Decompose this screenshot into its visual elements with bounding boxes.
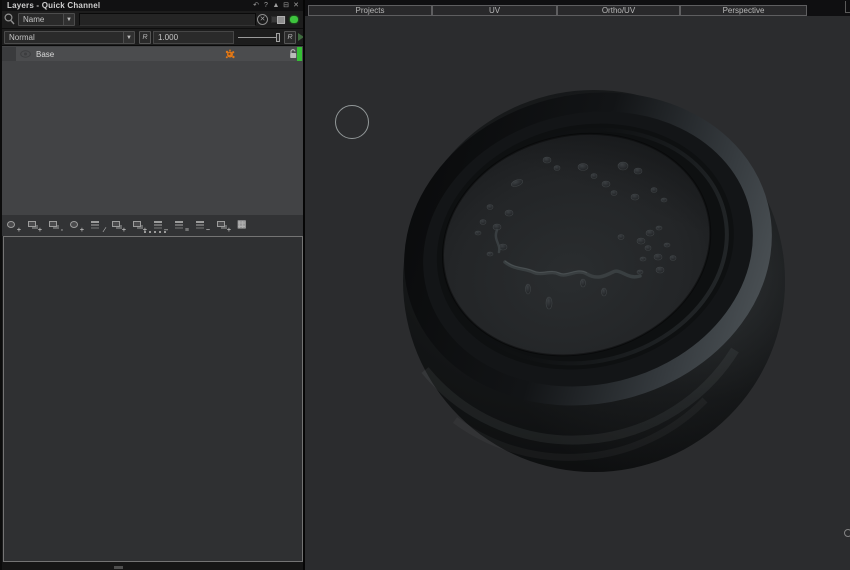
icon-badge: − [206, 227, 210, 234]
viewport-canvas[interactable] [305, 0, 850, 570]
search-icon [4, 13, 15, 25]
icon-badge: ▫ [61, 227, 63, 234]
share-layer-icon[interactable]: + [216, 219, 230, 232]
chevron-down-icon: ▼ [123, 32, 134, 43]
add-channel-layer-icon[interactable]: + [27, 219, 41, 232]
brush-cursor-circle [335, 105, 369, 139]
panel-title: Layers - Quick Channel [2, 1, 100, 10]
opacity-value-field[interactable]: 1.000 [153, 31, 234, 44]
layer-stack-glyph [91, 221, 99, 223]
edge-clipped-dot [844, 529, 850, 537]
panel-resize-notch[interactable] [114, 566, 123, 569]
new-group-layer-icon[interactable]: ▫ [48, 219, 62, 232]
panel-bottom-strip [2, 562, 303, 570]
add-paint-layer-icon[interactable]: + [6, 219, 20, 232]
undock-panel-icon[interactable]: ↶ [252, 1, 260, 10]
layer-row-base[interactable]: Base [2, 47, 303, 61]
blend-mode-label: Normal [5, 32, 123, 43]
search-filter-label: Name [19, 14, 63, 25]
icon-badge: + [38, 227, 42, 234]
filter-toggle[interactable] [271, 16, 286, 23]
green-status-dot [290, 16, 298, 23]
viewport: ProjectsUVOrtho/UVPerspective [305, 0, 850, 570]
collapse-panel-icon[interactable]: ▲ [272, 1, 280, 10]
add-graph-layer-icon[interactable]: + [111, 219, 125, 232]
icon-badge: ∕ [104, 227, 105, 234]
icon-badge: + [227, 227, 231, 234]
opacity-slider-handle[interactable] [276, 33, 280, 42]
reset-opacity-button[interactable]: R [284, 31, 296, 44]
toolbar-drag-handle[interactable] [144, 231, 168, 234]
close-panel-icon[interactable]: ✕ [292, 1, 300, 10]
remove-layer-icon[interactable]: − [195, 219, 209, 232]
search-input[interactable] [79, 13, 256, 26]
icon-badge: ▦ [237, 219, 252, 234]
visibility-eye-icon[interactable] [20, 50, 31, 58]
paint-splat-icon [224, 49, 236, 60]
icon-badge: ≡ [185, 227, 189, 234]
blend-controls-row: Normal ▼ R 1.000 R [2, 28, 303, 45]
layers-panel-titlebar[interactable]: Layers - Quick Channel ↶?▲⊟✕ [2, 0, 303, 11]
layer-selected-bar [297, 47, 302, 61]
add-adjustment-layer-icon[interactable]: ∕ [90, 219, 104, 232]
application-window: Layers - Quick Channel ↶?▲⊟✕ Name ▼ ✕ No… [0, 0, 850, 570]
layer-stack-glyph [217, 221, 225, 227]
icon-badge: + [80, 227, 84, 234]
filter-toggle-knob[interactable] [277, 16, 285, 24]
layer-name: Base [36, 50, 54, 59]
layer-stack-glyph [154, 221, 162, 223]
help-icon[interactable]: ? [262, 1, 270, 10]
layer-row-gutter [2, 47, 16, 61]
grid-view-icon[interactable]: ▦ [237, 219, 251, 232]
layer-search-row: Name ▼ ✕ [2, 11, 303, 28]
reset-blend-button[interactable]: R [139, 31, 151, 44]
secondary-list-panel[interactable] [3, 236, 303, 562]
float-panel-icon[interactable]: ⊟ [282, 1, 290, 10]
add-procedural-layer-icon[interactable]: + [69, 219, 83, 232]
clear-search-icon[interactable]: ✕ [257, 14, 268, 25]
opacity-slider-track [238, 37, 276, 38]
layer-stack-glyph [7, 221, 15, 228]
layer-stack-glyph [175, 221, 183, 223]
layer-stack-glyph [49, 221, 57, 227]
layer-stack-glyph [28, 221, 36, 227]
layer-stack-glyph [196, 221, 204, 223]
chevron-down-icon: ▼ [63, 14, 74, 25]
icon-badge: + [122, 227, 126, 234]
layer-list[interactable]: Base [2, 45, 303, 215]
layers-panel: Layers - Quick Channel ↶?▲⊟✕ Name ▼ ✕ No… [0, 0, 303, 570]
list-view-icon[interactable]: ≡ [174, 219, 188, 232]
opacity-slider[interactable] [238, 31, 280, 44]
layer-stack-glyph [70, 221, 78, 228]
layer-stack-glyph [112, 221, 120, 227]
search-filter-dropdown[interactable]: Name ▼ [18, 13, 75, 26]
panel-titlebar-icons: ↶?▲⊟✕ [252, 0, 300, 11]
layer-stack-glyph [133, 221, 141, 227]
icon-badge: + [17, 227, 21, 234]
blend-mode-dropdown[interactable]: Normal ▼ [4, 31, 135, 44]
